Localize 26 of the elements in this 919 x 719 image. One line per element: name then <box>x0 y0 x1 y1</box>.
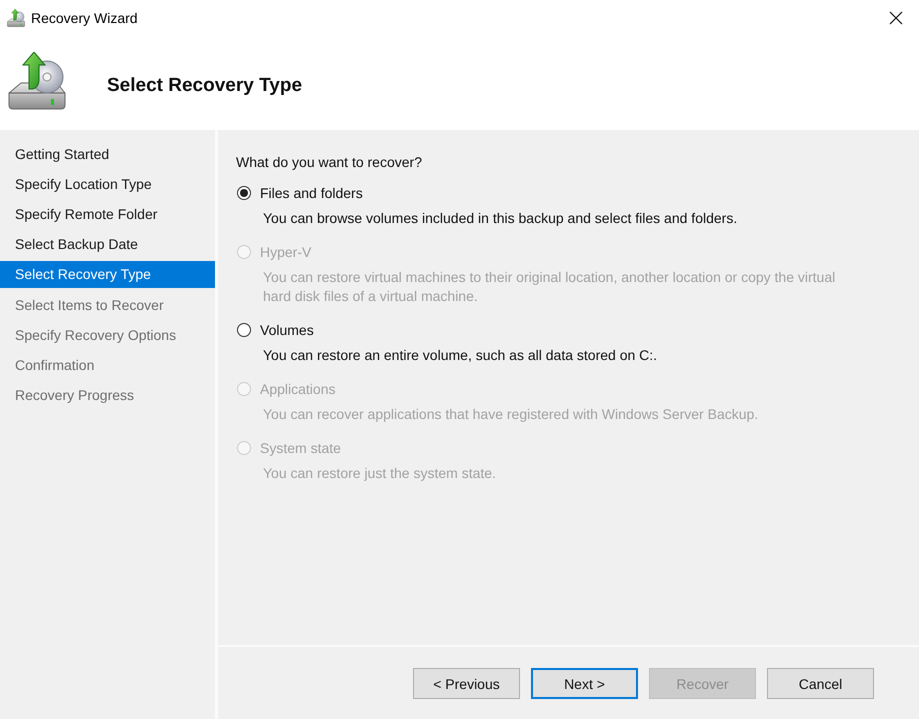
option-label[interactable]: Files and folders <box>260 185 363 201</box>
page-title: Select Recovery Type <box>107 74 302 96</box>
sidebar-step: Confirmation <box>0 350 215 380</box>
wizard-button[interactable]: < Previous <box>413 668 520 699</box>
wizard-button[interactable]: Next > <box>531 668 638 699</box>
wizard-button[interactable]: Cancel <box>767 668 874 699</box>
radio-button[interactable] <box>237 186 251 200</box>
option-description: You can recover applications that have registered with Windows Server Backup. <box>263 405 760 424</box>
drive-with-disc-icon <box>6 8 26 28</box>
sidebar-step: Select Recovery Type <box>0 261 215 288</box>
option-description: You can restore virtual machines to their original location, another location or copy the virtual hard disk files of a virtual machine. <box>263 268 836 306</box>
sidebar-step: Specify Recovery Options <box>0 320 215 350</box>
sidebar-step: Select Items to Recover <box>0 290 215 320</box>
option-description: You can restore just the system state. <box>263 464 497 483</box>
sidebar-step: Specify Location Type <box>0 169 215 199</box>
window-title: Recovery Wizard <box>31 10 138 26</box>
sidebar-step: Specify Remote Folder <box>0 199 215 229</box>
question-text: What do you want to recover? <box>236 153 423 171</box>
option-description: You can restore an entire volume, such as all data stored on C:. <box>263 346 658 365</box>
sidebar-step: Select Backup Date <box>0 229 215 259</box>
sidebar-step: Getting Started <box>0 139 215 169</box>
radio-button[interactable] <box>237 323 251 337</box>
close-icon[interactable] <box>889 10 903 24</box>
sidebar-step: Recovery Progress <box>0 380 215 410</box>
option-label[interactable]: Volumes <box>260 322 314 338</box>
option-description: You can browse volumes included in this backup and select files and folders. <box>263 209 738 228</box>
